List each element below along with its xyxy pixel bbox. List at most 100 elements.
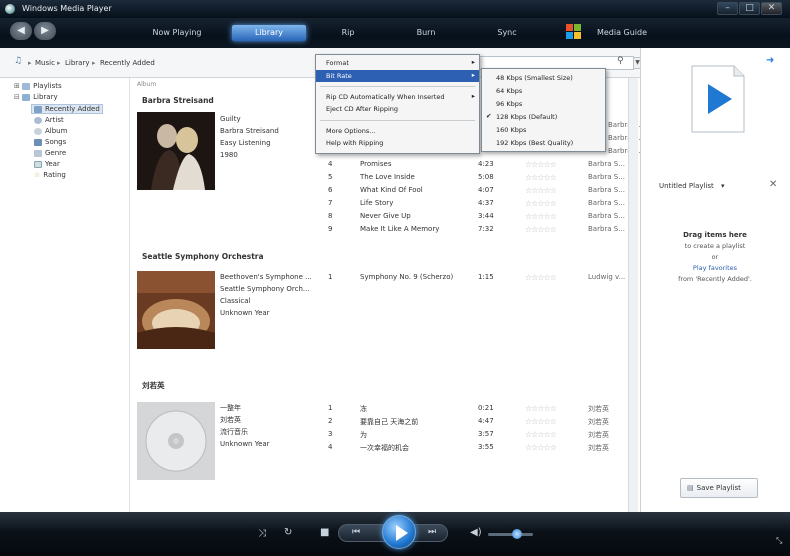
minimize-button[interactable]: – [717,2,738,15]
maximize-button[interactable]: □ [739,2,760,15]
menu-item-64kbps[interactable]: 64 Kbps [482,85,605,97]
volume-slider[interactable] [488,533,533,536]
breadcrumb-library[interactable]: Library [65,59,89,67]
menu-label: 128 Kbps (Default) [496,113,558,121]
tree-item-artist[interactable]: Artist [34,116,64,126]
album-art[interactable] [137,271,215,349]
content-scrollbar[interactable] [628,78,638,512]
tree-label: Genre [45,149,67,157]
save-icon: ▤ [687,484,694,492]
menu-item-help[interactable]: Help with Ripping [316,137,479,149]
tree-item-rating[interactable]: ☆ Rating [34,171,66,181]
menu-label: Rip CD Automatically When Inserted [326,93,445,101]
volume-icon[interactable]: ◀) [470,527,482,538]
track-row[interactable]: 9 Make It Like A Memory 7:32 ☆☆☆☆☆ Barbr… [325,223,635,236]
volume-thumb[interactable] [512,529,522,539]
tab-library[interactable]: Library [232,25,306,41]
track-row[interactable]: 1 Symphony No. 9 (Scherzo) 1:15 ☆☆☆☆☆ Lu… [325,271,635,284]
menu-item-format[interactable]: Format ▸ [316,57,479,69]
album-art-cd [137,402,215,480]
tree-item-album[interactable]: Album [34,127,67,137]
tab-sync[interactable]: Sync [484,25,530,41]
track-length: 3:44 [478,212,494,220]
rating-stars[interactable]: ☆☆☆☆☆ [525,273,557,282]
rating-stars[interactable]: ☆☆☆☆☆ [525,443,557,452]
clear-list-icon[interactable]: ✕ [769,179,777,190]
checkmark-icon: ✔ [486,112,492,120]
track-row[interactable]: 1 冻 0:21 ☆☆☆☆☆ 刘若英 [325,402,635,415]
tree-item-recently-added[interactable]: Recently Added [31,104,103,114]
next-icon[interactable]: ⏭ [428,527,436,537]
menu-item-bit-rate[interactable]: Bit Rate ▸ [316,70,479,82]
collapse-icon[interactable]: ⊟ [14,93,20,101]
album-group-header: Barbra Streisand [142,96,214,105]
songs-icon [34,138,42,146]
tab-rip[interactable]: Rip [325,25,371,41]
rating-stars[interactable]: ☆☆☆☆☆ [525,173,557,182]
track-row[interactable]: 5 The Love Inside 5:08 ☆☆☆☆☆ Barbra S... [325,171,635,184]
expand-icon[interactable]: ⊞ [14,82,20,90]
track-artist: Barbra S... [588,199,625,207]
track-artist: 刘若英 [588,405,609,413]
track-row[interactable]: 2 要靠自己 天海之前 4:47 ☆☆☆☆☆ 刘若英 [325,415,635,428]
track-row[interactable]: 3 为 3:57 ☆☆☆☆☆ 刘若英 [325,428,635,441]
album-group-header: 刘若英 [142,381,165,390]
track-row[interactable]: 6 What Kind Of Fool 4:07 ☆☆☆☆☆ Barbra S.… [325,184,635,197]
arrow-right-icon[interactable]: ➜ [766,55,774,66]
back-icon[interactable]: ◀ [10,22,32,40]
rating-stars[interactable]: ☆☆☆☆☆ [525,225,557,234]
shuffle-icon[interactable]: ⤨ [258,528,266,539]
playlist-name-dropdown[interactable]: Untitled Playlist ▾ [659,182,725,190]
rating-stars[interactable]: ☆☆☆☆☆ [525,186,557,195]
track-row[interactable]: 8 Never Give Up 3:44 ☆☆☆☆☆ Barbra S... [325,210,635,223]
track-number: 3 [328,430,333,438]
rating-stars[interactable]: ☆☆☆☆☆ [525,212,557,221]
track-length: 3:57 [478,430,494,438]
menu-item-160kbps[interactable]: 160 Kbps [482,124,605,136]
tree-library[interactable]: ⊟ Library [14,93,58,103]
rating-stars[interactable]: ☆☆☆☆☆ [525,430,557,439]
rating-stars[interactable]: ☆☆☆☆☆ [525,417,557,426]
track-length: 3:55 [478,443,494,451]
tree-item-songs[interactable]: Songs [34,138,66,148]
forward-icon[interactable]: ▶ [34,22,56,40]
tab-burn[interactable]: Burn [403,25,449,41]
menu-item-rip-auto[interactable]: Rip CD Automatically When Inserted ▸ [316,91,479,103]
music-note-icon[interactable]: ♫ [14,56,22,66]
menu-item-96kbps[interactable]: 96 Kbps [482,98,605,110]
tab-media-guide[interactable]: Media Guide [588,25,656,41]
playlist-art-placeholder [690,64,746,134]
close-button[interactable]: ✕ [761,2,782,15]
rating-stars[interactable]: ☆☆☆☆☆ [525,160,557,169]
track-row[interactable]: 4 Promises 4:23 ☆☆☆☆☆ Barbra S... [325,158,635,171]
tree-playlists[interactable]: ⊞ Playlists [14,82,62,92]
menu-item-48kbps[interactable]: 48 Kbps (Smallest Size) [482,72,605,84]
prev-icon[interactable]: ⏮ [352,527,360,537]
tree-item-year[interactable]: Year [34,160,60,170]
play-favorites-link[interactable]: Play favorites [650,263,780,274]
tab-now-playing[interactable]: Now Playing [135,25,219,41]
search-icon[interactable]: ⚲ [617,56,627,68]
track-row[interactable]: 4 一次幸福的机会 3:55 ☆☆☆☆☆ 刘若英 [325,441,635,454]
save-playlist-button[interactable]: ▤ Save Playlist [680,478,758,498]
rating-stars[interactable]: ☆☆☆☆☆ [525,199,557,208]
menu-item-more-options[interactable]: More Options... [316,125,479,137]
switch-to-mini-icon[interactable]: ⤡ [776,536,782,546]
play-button[interactable] [382,515,416,549]
album-art-orchestra [137,271,215,349]
menu-item-192kbps[interactable]: 192 Kbps (Best Quality) [482,137,605,149]
tree-item-genre[interactable]: Genre [34,149,66,159]
track-title: 冻 [360,405,367,413]
track-artist: 刘若英 [588,418,609,426]
rating-stars[interactable]: ☆☆☆☆☆ [525,404,557,413]
stop-icon[interactable]: ■ [320,527,329,538]
menu-item-128kbps[interactable]: ✔ 128 Kbps (Default) [482,111,605,123]
repeat-icon[interactable]: ↻ [284,527,292,538]
breadcrumb-recently-added[interactable]: Recently Added [100,59,155,67]
album-art[interactable] [137,112,215,190]
track-row[interactable]: 7 Life Story 4:37 ☆☆☆☆☆ Barbra S... [325,197,635,210]
album-art[interactable] [137,402,215,480]
column-header-album[interactable]: Album [137,81,156,88]
menu-item-eject[interactable]: Eject CD After Ripping [316,103,479,115]
breadcrumb-music[interactable]: Music [35,59,55,67]
